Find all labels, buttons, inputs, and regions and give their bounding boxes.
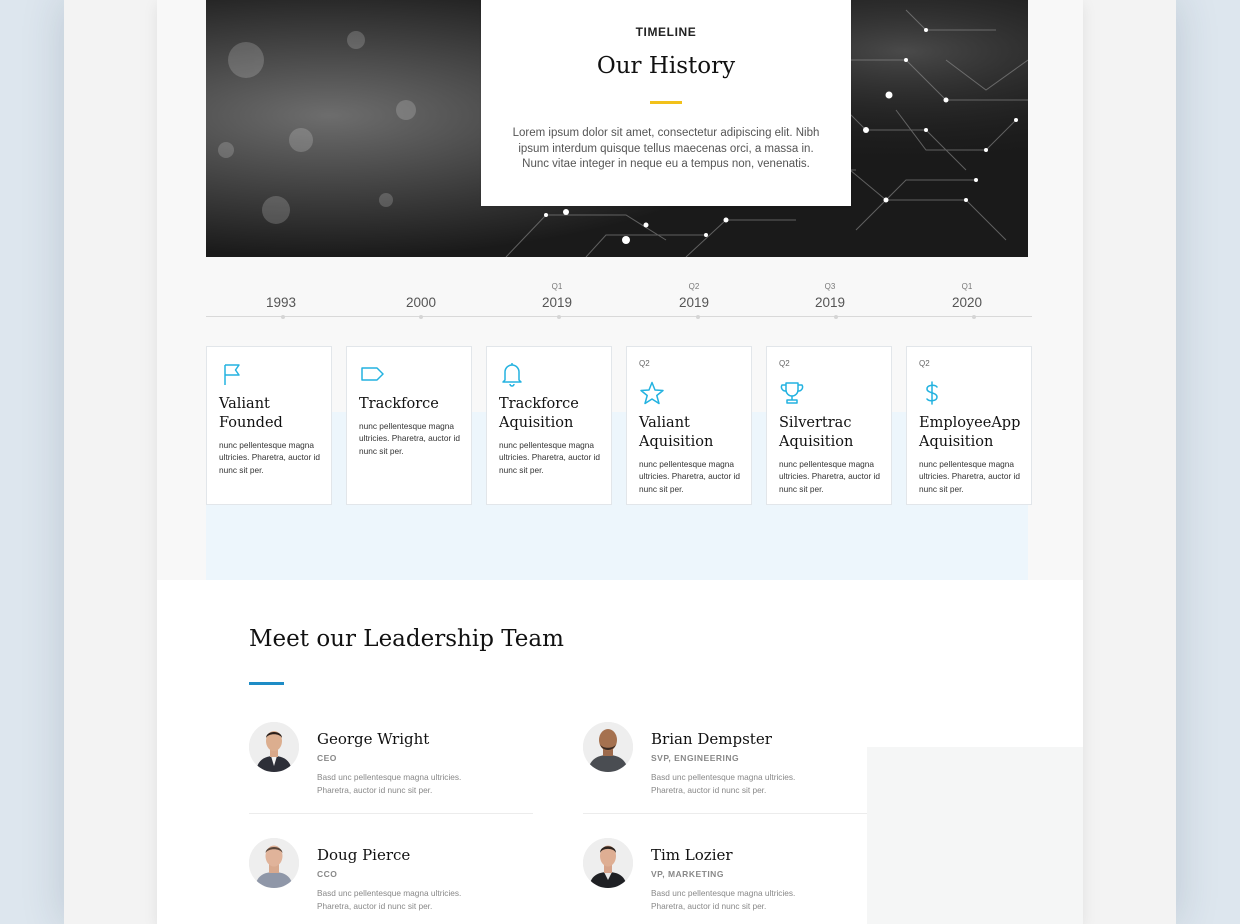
avatar xyxy=(583,722,633,772)
event-title: Trackforce xyxy=(359,396,439,412)
timeline-quarter: Q3 xyxy=(824,282,836,291)
row-divider xyxy=(583,813,867,814)
timeline-dot xyxy=(281,315,285,319)
event-card[interactable]: Valiant Founded nunc pellentesque magna … xyxy=(206,346,332,505)
event-card[interactable]: Q2 Silvertrac Aquisition nunc pellentesq… xyxy=(766,346,892,505)
timeline-marker[interactable]: Q1 2020 xyxy=(907,282,1027,310)
timeline-dot xyxy=(557,315,561,319)
event-title: Trackforce Aquisition xyxy=(499,396,579,431)
timeline-marker[interactable]: Q2 2019 xyxy=(634,282,754,310)
heading-underline xyxy=(249,682,284,685)
event-quarter: Q2 xyxy=(919,359,930,368)
avatar xyxy=(249,722,299,772)
timeline-year: 2000 xyxy=(405,295,437,310)
member-name: George Wright xyxy=(317,730,430,748)
avatar xyxy=(583,838,633,888)
timeline-dot xyxy=(834,315,838,319)
member-description: Basd unc pellentesque magna ultricies. P… xyxy=(651,772,796,795)
page-card: TIMELINE Our History Lorem ipsum dolor s… xyxy=(157,0,1083,924)
timeline-quarter: Q2 xyxy=(688,282,700,291)
trophy-icon xyxy=(780,382,804,404)
tag-icon xyxy=(361,367,384,381)
event-description: nunc pellentesque magna ultricies. Phare… xyxy=(219,440,320,475)
hero-card: TIMELINE Our History Lorem ipsum dolor s… xyxy=(481,0,851,206)
section-eyebrow: TIMELINE xyxy=(635,25,697,39)
event-title: Valiant Founded xyxy=(219,396,283,431)
event-description: nunc pellentesque magna ultricies. Phare… xyxy=(919,459,1020,494)
star-icon xyxy=(640,381,664,405)
timeline-dot xyxy=(419,315,423,319)
event-card[interactable]: Q2 Valiant Aquisition nunc pellentesque … xyxy=(626,346,752,505)
flag-icon xyxy=(224,364,240,385)
team-member[interactable]: Doug Pierce CCO Basd unc pellentesque ma… xyxy=(249,838,549,911)
member-description: Basd unc pellentesque magna ultricies. P… xyxy=(651,888,796,911)
dollar-icon xyxy=(926,381,938,405)
timeline-year: 2019 xyxy=(814,295,846,310)
row-divider xyxy=(249,813,533,814)
title-divider xyxy=(650,101,682,104)
member-name: Doug Pierce xyxy=(317,846,411,864)
event-quarter: Q2 xyxy=(639,359,650,368)
timeline-marker[interactable]: Q3 2019 xyxy=(770,282,890,310)
event-title: EmployeeApp Aquisition xyxy=(919,415,1021,450)
team-member[interactable]: Tim Lozier VP, MARKETING Basd unc pellen… xyxy=(583,838,883,911)
timeline-marker[interactable]: 1993 xyxy=(221,282,341,310)
event-quarter: Q2 xyxy=(779,359,790,368)
timeline-axis xyxy=(206,316,1032,317)
event-title: Silvertrac Aquisition xyxy=(779,415,854,450)
timeline-dot xyxy=(696,315,700,319)
event-description: nunc pellentesque magna ultricies. Phare… xyxy=(359,421,460,456)
event-description: nunc pellentesque magna ultricies. Phare… xyxy=(499,440,600,475)
timeline-quarter: Q1 xyxy=(551,282,563,291)
timeline-marker[interactable]: 2000 xyxy=(361,282,481,310)
timeline-year: 2019 xyxy=(541,295,573,310)
team-member[interactable]: Brian Dempster SVP, ENGINEERING Basd unc… xyxy=(583,722,883,795)
event-card[interactable]: Q2 EmployeeApp Aquisition nunc pellentes… xyxy=(906,346,1032,505)
hero-banner: TIMELINE Our History Lorem ipsum dolor s… xyxy=(206,0,1028,257)
team-member[interactable]: George Wright CEO Basd unc pellentesque … xyxy=(249,722,549,795)
timeline-year: 1993 xyxy=(265,295,297,310)
hero-description: Lorem ipsum dolor sit amet, consectetur … xyxy=(512,127,820,170)
timeline-quarter xyxy=(361,282,481,292)
side-panel xyxy=(867,747,1083,924)
timeline-quarter: Q1 xyxy=(961,282,973,291)
timeline-quarter xyxy=(221,282,341,292)
bell-icon xyxy=(502,363,522,387)
timeline-marker[interactable]: Q1 2019 xyxy=(497,282,617,310)
avatar xyxy=(249,838,299,888)
event-card[interactable]: Trackforce nunc pellentesque magna ultri… xyxy=(346,346,472,505)
timeline-year: 2019 xyxy=(678,295,710,310)
page-title: Our History xyxy=(596,53,736,79)
event-description: nunc pellentesque magna ultricies. Phare… xyxy=(639,459,740,494)
leadership-heading: Meet our Leadership Team xyxy=(249,626,564,652)
event-description: nunc pellentesque magna ultricies. Phare… xyxy=(779,459,880,494)
event-card[interactable]: Trackforce Aquisition nunc pellentesque … xyxy=(486,346,612,505)
event-title: Valiant Aquisition xyxy=(639,415,714,450)
history-section: TIMELINE Our History Lorem ipsum dolor s… xyxy=(157,0,1083,580)
member-role: VP, MARKETING xyxy=(651,869,724,879)
timeline-dot xyxy=(972,315,976,319)
member-description: Basd unc pellentesque magna ultricies. P… xyxy=(317,888,462,911)
member-role: CEO xyxy=(317,753,337,763)
member-description: Basd unc pellentesque magna ultricies. P… xyxy=(317,772,462,795)
member-role: SVP, ENGINEERING xyxy=(651,753,740,763)
member-role: CCO xyxy=(317,869,338,879)
member-name: Brian Dempster xyxy=(651,730,772,748)
member-name: Tim Lozier xyxy=(651,846,733,864)
timeline-year: 2020 xyxy=(951,295,983,310)
